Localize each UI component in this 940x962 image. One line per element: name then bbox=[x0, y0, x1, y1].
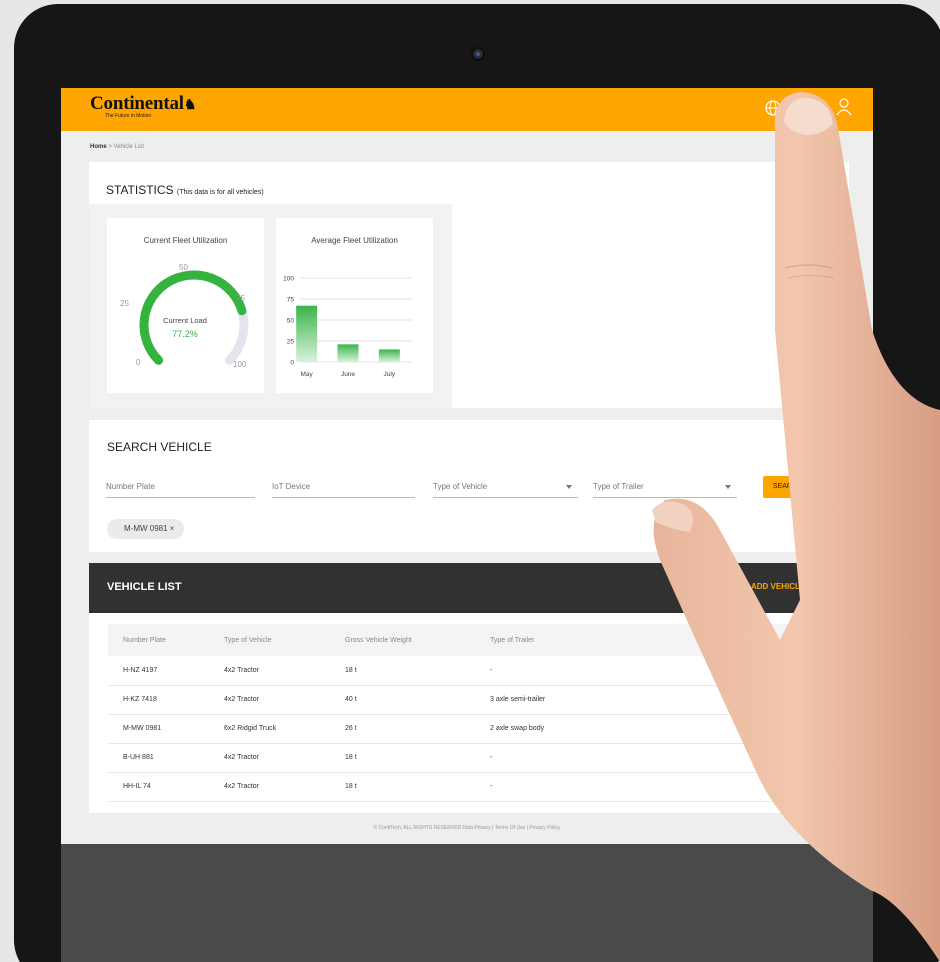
horse-icon: ♞ bbox=[183, 98, 197, 113]
cell-trailer-type: - bbox=[490, 772, 818, 802]
cell-number-plate: HH-IL 74 bbox=[108, 772, 224, 802]
user-icon[interactable] bbox=[836, 98, 852, 116]
breadcrumb-separator: > bbox=[108, 144, 112, 150]
chevron-down-icon bbox=[725, 485, 731, 489]
bar-june bbox=[337, 344, 359, 362]
vehicle-table: Number Plate Type of Vehicle Gross Vehic… bbox=[108, 624, 818, 802]
table-header-row: Number Plate Type of Vehicle Gross Vehic… bbox=[108, 624, 818, 656]
gauge-tick-50: 50 bbox=[179, 263, 188, 272]
cell-number-plate: B-UH 881 bbox=[108, 743, 224, 773]
table-row[interactable]: M-MW 0981 6x2 Ridgid Truck 26 t 2 axle s… bbox=[108, 714, 818, 744]
cell-gross-weight: 18 t bbox=[345, 772, 490, 802]
cell-number-plate: M-MW 0981 bbox=[108, 714, 224, 744]
cell-number-plate: H-KZ 7418 bbox=[108, 685, 224, 715]
statistics-title: STATISTICS bbox=[106, 183, 174, 197]
vehicle-type-select[interactable]: Type of Vehicle bbox=[433, 482, 578, 498]
chevron-down-icon bbox=[566, 485, 572, 489]
globe-icon[interactable] bbox=[765, 100, 781, 116]
column-header-trailer-type[interactable]: Type of Trailer bbox=[490, 624, 818, 656]
screen-bottom-area bbox=[61, 844, 873, 962]
breadcrumb-current: Vehicle List bbox=[113, 144, 144, 150]
trailer-type-placeholder: Type of Trailer bbox=[593, 482, 644, 491]
vehicle-list-title: VEHICLE LIST bbox=[107, 581, 182, 593]
close-icon[interactable]: × bbox=[170, 524, 175, 533]
y-tick-label: 0 bbox=[290, 360, 294, 367]
cell-vehicle-type: 4x2 Tractor bbox=[224, 656, 345, 686]
table-row[interactable]: B-UH 881 4x2 Tractor 18 t - bbox=[108, 743, 818, 773]
footer-links[interactable]: © ContiTech, ALL RIGHTS RESERVED Data Pr… bbox=[61, 825, 873, 831]
cell-vehicle-type: 4x2 Tractor bbox=[224, 772, 345, 802]
add-vehicle-button[interactable]: ADD VEHICLE bbox=[751, 582, 805, 591]
gauge-tick-75: 75 bbox=[236, 294, 245, 303]
column-header-gross-weight[interactable]: Gross Vehicle Weight bbox=[345, 624, 490, 656]
table-row[interactable]: H-KZ 7418 4x2 Tractor 40 t 3 axle semi-t… bbox=[108, 685, 818, 715]
app-screen: Continental♞ The Future in Motion Home >… bbox=[61, 88, 873, 962]
gauge-tick-100: 100 bbox=[233, 360, 247, 369]
filter-chip: M-MW 0981 × bbox=[107, 519, 185, 539]
x-tick-label: July bbox=[384, 371, 396, 378]
statistics-subtitle: (This data is for all vehicles) bbox=[176, 189, 264, 196]
average-utilization-widget: Average Fleet Utilization 100 75 50 25 0 May J… bbox=[276, 218, 433, 393]
cell-trailer-type: - bbox=[490, 743, 818, 773]
y-tick-label: 25 bbox=[287, 339, 295, 346]
cell-gross-weight: 18 t bbox=[345, 656, 490, 686]
cell-trailer-type: - bbox=[490, 656, 818, 686]
top-navigation-bar: Continental♞ The Future in Motion bbox=[61, 88, 873, 131]
brand-name: Continental bbox=[90, 93, 184, 114]
table-row[interactable]: H-NZ 4197 4x2 Tractor 18 t - bbox=[108, 656, 818, 686]
bar-july bbox=[378, 349, 400, 362]
search-vehicle-card: SEARCH VEHICLE Number Plate IoT Device T… bbox=[89, 420, 849, 552]
cell-trailer-type: 2 axle swap body bbox=[490, 714, 818, 744]
breadcrumb: Home > Vehicle List bbox=[90, 144, 144, 150]
x-tick-label: May bbox=[301, 371, 314, 378]
breadcrumb-home[interactable]: Home bbox=[90, 144, 107, 150]
table-row[interactable]: HH-IL 74 4x2 Tractor 18 t - bbox=[108, 772, 818, 802]
y-tick-label: 50 bbox=[287, 318, 295, 325]
gauge-value: 77.2% bbox=[172, 329, 198, 339]
search-title: SEARCH VEHICLE bbox=[107, 440, 212, 454]
statistics-panel: Current Fleet Utilization 0 25 50 75 100… bbox=[89, 204, 452, 408]
cell-vehicle-type: 4x2 Tractor bbox=[224, 743, 345, 773]
vehicle-type-placeholder: Type of Vehicle bbox=[433, 482, 488, 491]
number-plate-input[interactable]: Number Plate bbox=[106, 482, 255, 498]
cell-trailer-type: 3 axle semi-trailer bbox=[490, 685, 818, 715]
iot-device-placeholder: IoT Device bbox=[272, 482, 311, 491]
cell-vehicle-type: 6x2 Ridgid Truck bbox=[224, 714, 345, 744]
gauge-tick-0: 0 bbox=[136, 358, 141, 367]
current-utilization-widget: Current Fleet Utilization 0 25 50 75 100… bbox=[107, 218, 264, 393]
utilization-gauge: 0 25 50 75 100 Current Load 77.2% bbox=[120, 263, 249, 369]
vehicle-list-header: VEHICLE LIST ADD VEHICLE bbox=[89, 563, 849, 613]
statistics-heading: STATISTICS (This data is for all vehicle… bbox=[106, 183, 264, 197]
cell-number-plate: H-NZ 4197 bbox=[108, 656, 224, 686]
cell-vehicle-type: 4x2 Tractor bbox=[224, 685, 345, 715]
column-header-number-plate[interactable]: Number Plate bbox=[108, 624, 224, 656]
iot-device-input[interactable]: IoT Device bbox=[272, 482, 415, 498]
continental-logo[interactable]: Continental♞ The Future in Motion bbox=[90, 93, 196, 119]
trailer-type-select[interactable]: Type of Trailer bbox=[593, 482, 737, 498]
x-tick-label: June bbox=[341, 371, 355, 378]
statistics-card: STATISTICS (This data is for all vehicle… bbox=[89, 162, 849, 408]
filter-chip-label: M-MW 0981 bbox=[124, 524, 168, 533]
vehicle-list-body: Number Plate Type of Vehicle Gross Vehic… bbox=[89, 613, 849, 813]
column-header-vehicle-type[interactable]: Type of Vehicle bbox=[224, 624, 345, 656]
cell-gross-weight: 26 t bbox=[345, 714, 490, 744]
search-button[interactable]: SEARCH bbox=[763, 476, 812, 498]
gauge-tick-25: 25 bbox=[120, 299, 129, 308]
cell-gross-weight: 40 t bbox=[345, 685, 490, 715]
y-tick-label: 100 bbox=[283, 276, 294, 283]
gauge-center-label: Current Load bbox=[163, 316, 207, 325]
cell-gross-weight: 18 t bbox=[345, 743, 490, 773]
number-plate-placeholder: Number Plate bbox=[106, 482, 155, 491]
camera-icon bbox=[471, 47, 485, 61]
bar-may bbox=[296, 305, 318, 362]
average-utilization-chart: 100 75 50 25 0 May June July bbox=[283, 276, 412, 378]
y-tick-label: 75 bbox=[287, 297, 295, 304]
